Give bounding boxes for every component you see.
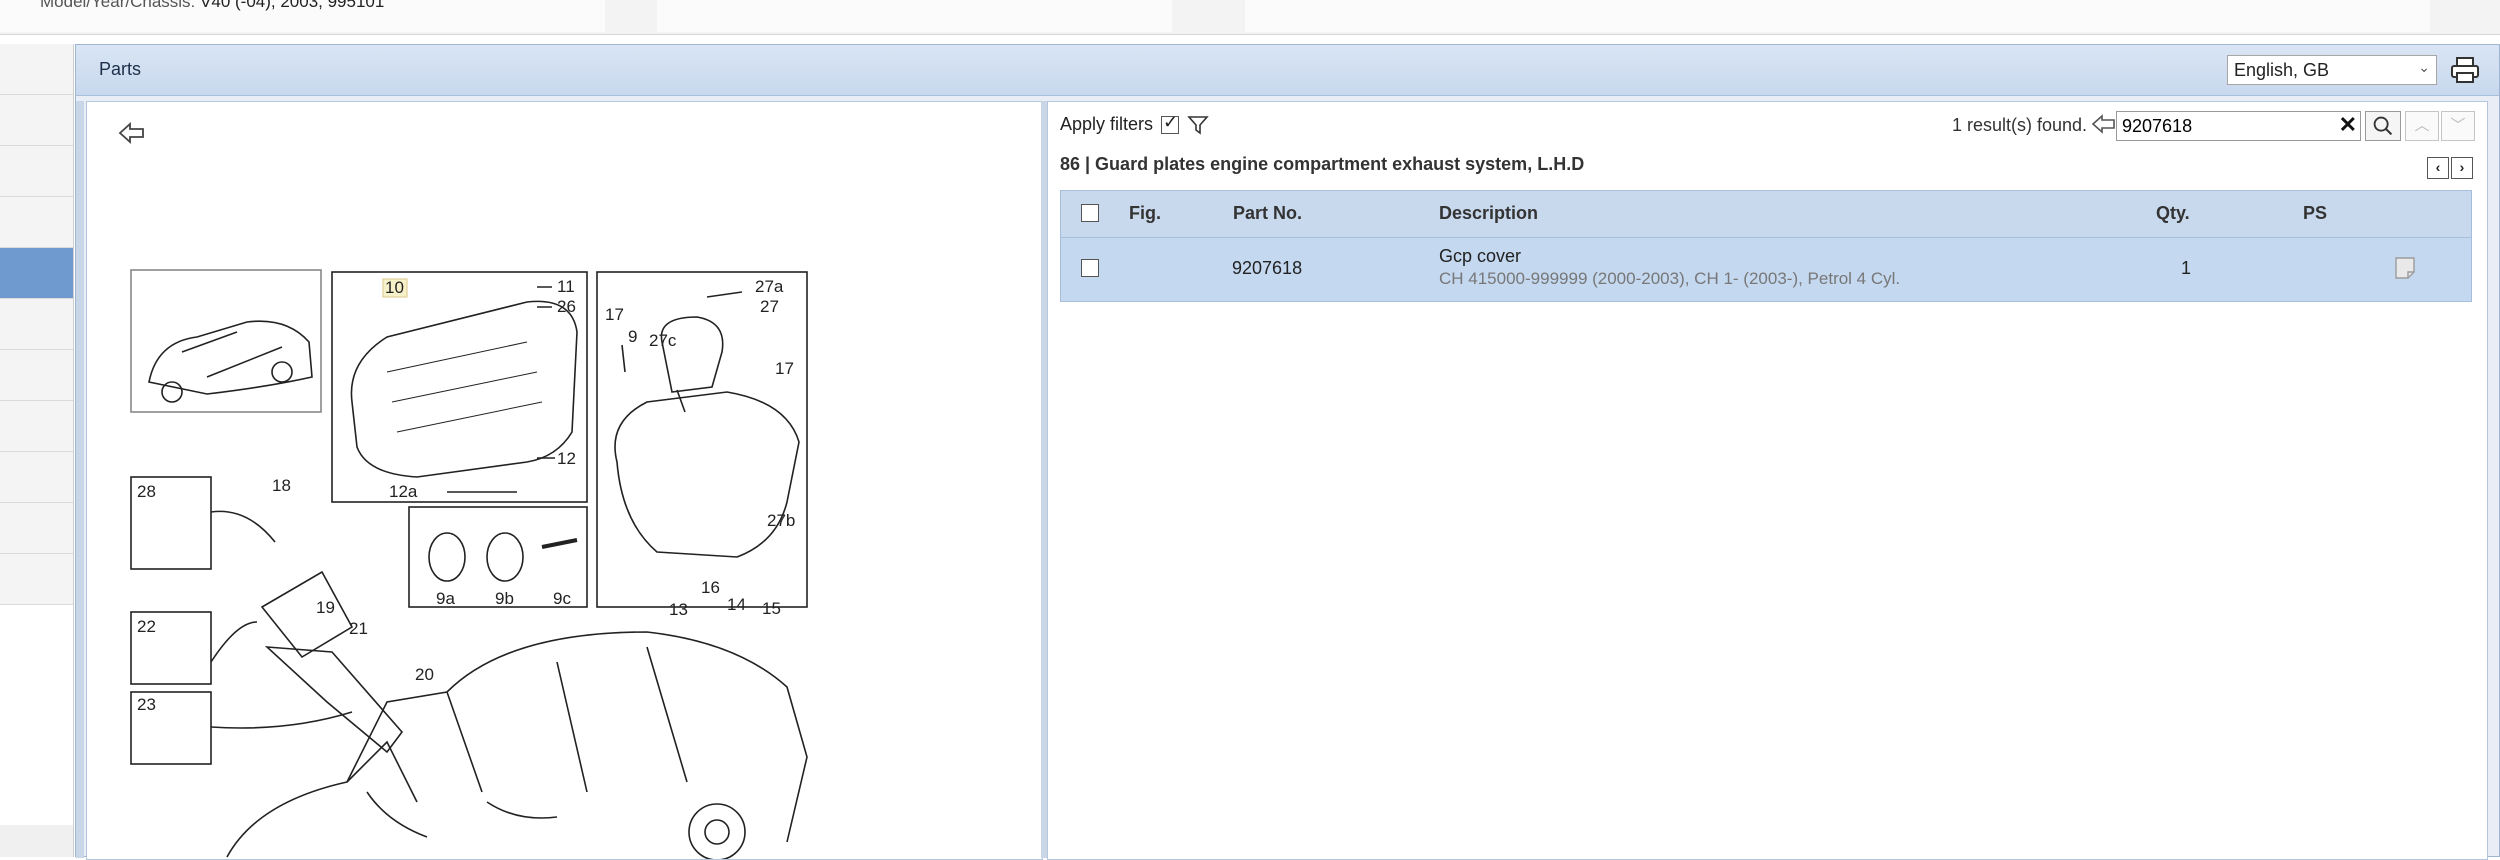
svg-text:9c: 9c <box>553 589 571 608</box>
funnel-icon[interactable] <box>1187 115 1209 135</box>
rail-item[interactable] <box>0 350 73 401</box>
rail-item[interactable] <box>0 44 73 95</box>
svg-text:20: 20 <box>415 665 434 684</box>
search-icon[interactable] <box>2365 111 2401 141</box>
svg-text:12a: 12a <box>389 482 418 501</box>
row-qty: 1 <box>2181 258 2192 278</box>
svg-text:9a: 9a <box>436 589 455 608</box>
group-title: 86 | Guard plates engine compartment exh… <box>1060 154 1585 174</box>
row-description: Gcp cover <box>1439 246 1522 266</box>
svg-text:16: 16 <box>701 578 720 597</box>
column-header-fig[interactable]: Fig. <box>1129 203 1161 224</box>
left-navigation-rail <box>0 44 74 857</box>
svg-text:26: 26 <box>557 297 576 316</box>
rail-item[interactable] <box>0 401 73 452</box>
apply-filters-checkbox[interactable] <box>1161 112 1180 134</box>
panel-title: Parts <box>99 59 142 79</box>
column-header-description[interactable]: Description <box>1439 203 1538 224</box>
svg-text:19: 19 <box>316 598 335 617</box>
svg-text:27c: 27c <box>649 331 677 350</box>
rail-empty <box>0 605 73 825</box>
svg-text:9: 9 <box>628 327 637 346</box>
row-description-detail: CH 415000-999999 (2000-2003), CH 1- (200… <box>1439 269 1901 288</box>
chevron-down-icon: ⌄ <box>2418 59 2430 75</box>
rail-item[interactable] <box>0 452 73 503</box>
svg-text:18: 18 <box>272 476 291 495</box>
svg-text:17: 17 <box>775 359 794 378</box>
group-pager: ‹ › <box>2427 157 2473 179</box>
chevron-right-icon[interactable]: › <box>2451 157 2473 179</box>
svg-text:27: 27 <box>760 297 779 316</box>
parts-table: Fig. Part No. Description Qty. PS 920761… <box>1060 190 2472 302</box>
panel-header: Parts English, GB ⌄ <box>76 45 2499 96</box>
rail-item[interactable] <box>0 554 73 605</box>
note-icon[interactable] <box>2394 256 2416 280</box>
top-segment <box>2040 0 2430 32</box>
model-label: Model/Year/Chassis: <box>40 0 196 11</box>
diagram-pane: 10 11 26 12 12a 17 9 27c 27a 27 17 27b 1… <box>86 101 1043 860</box>
parts-panel: Parts English, GB ⌄ 10 11 26 12 12a 17 9… <box>75 44 2500 860</box>
printer-icon[interactable] <box>2449 56 2481 84</box>
rail-item[interactable] <box>0 299 73 350</box>
table-header: Fig. Part No. Description Qty. PS <box>1061 191 2471 238</box>
svg-text:9b: 9b <box>495 589 514 608</box>
top-info-bar: Model/Year/Chassis: V40 (-04), 2003, 995… <box>0 0 2500 35</box>
select-all-checkbox[interactable] <box>1081 204 1099 222</box>
svg-text:14: 14 <box>727 595 746 614</box>
rail-item[interactable] <box>0 197 73 248</box>
rail-item[interactable] <box>0 95 73 146</box>
rail-item[interactable] <box>0 503 73 554</box>
svg-text:10: 10 <box>385 278 404 297</box>
chevron-left-icon[interactable]: ‹ <box>2427 157 2449 179</box>
top-segment <box>1245 0 2040 32</box>
column-header-ps[interactable]: PS <box>2303 203 2327 224</box>
svg-text:13: 13 <box>669 600 688 619</box>
svg-text:21: 21 <box>349 619 368 638</box>
model-info: Model/Year/Chassis: V40 (-04), 2003, 995… <box>40 0 384 12</box>
row-part-no: 9207618 <box>1232 258 1303 278</box>
apply-filters-label: Apply filters <box>1060 114 1154 134</box>
svg-text:17: 17 <box>605 305 624 324</box>
exploded-parts-diagram: 10 11 26 12 12a 17 9 27c 27a 27 17 27b 1… <box>130 269 808 859</box>
close-icon[interactable]: ✕ <box>2339 112 2357 138</box>
svg-text:27a: 27a <box>755 277 784 296</box>
part-search-input[interactable] <box>2116 111 2361 141</box>
language-select[interactable]: English, GB ⌄ <box>2227 55 2437 85</box>
results-pane: Apply filters 1 result(s) found. ✕ ︿ ﹀ 8… <box>1047 101 2488 860</box>
rail-item-active[interactable] <box>0 248 73 299</box>
column-header-part-no[interactable]: Part No. <box>1233 203 1302 224</box>
back-arrow-icon[interactable] <box>2091 112 2117 136</box>
svg-text:27b: 27b <box>767 511 795 530</box>
table-row[interactable]: 9207618 Gcp cover CH 415000-999999 (2000… <box>1061 238 2471 301</box>
row-checkbox[interactable] <box>1081 259 1099 277</box>
svg-text:15: 15 <box>762 599 781 618</box>
top-segment <box>657 0 1172 32</box>
previous-result-button[interactable]: ︿ <box>2405 111 2439 141</box>
column-header-qty[interactable]: Qty. <box>2156 203 2190 224</box>
svg-text:12: 12 <box>557 449 576 468</box>
rail-item[interactable] <box>0 146 73 197</box>
left-splitter[interactable] <box>76 101 84 858</box>
svg-text:22: 22 <box>137 617 156 636</box>
results-count: 1 result(s) found. <box>1951 115 2087 135</box>
language-value: English, GB <box>2234 60 2330 80</box>
next-result-button[interactable]: ﹀ <box>2441 111 2475 141</box>
model-value: V40 (-04), 2003, 995101 <box>200 0 385 11</box>
svg-text:23: 23 <box>137 695 156 714</box>
svg-text:28: 28 <box>137 482 156 501</box>
apply-filters: Apply filters <box>1060 112 1209 135</box>
svg-text:11: 11 <box>557 277 575 296</box>
